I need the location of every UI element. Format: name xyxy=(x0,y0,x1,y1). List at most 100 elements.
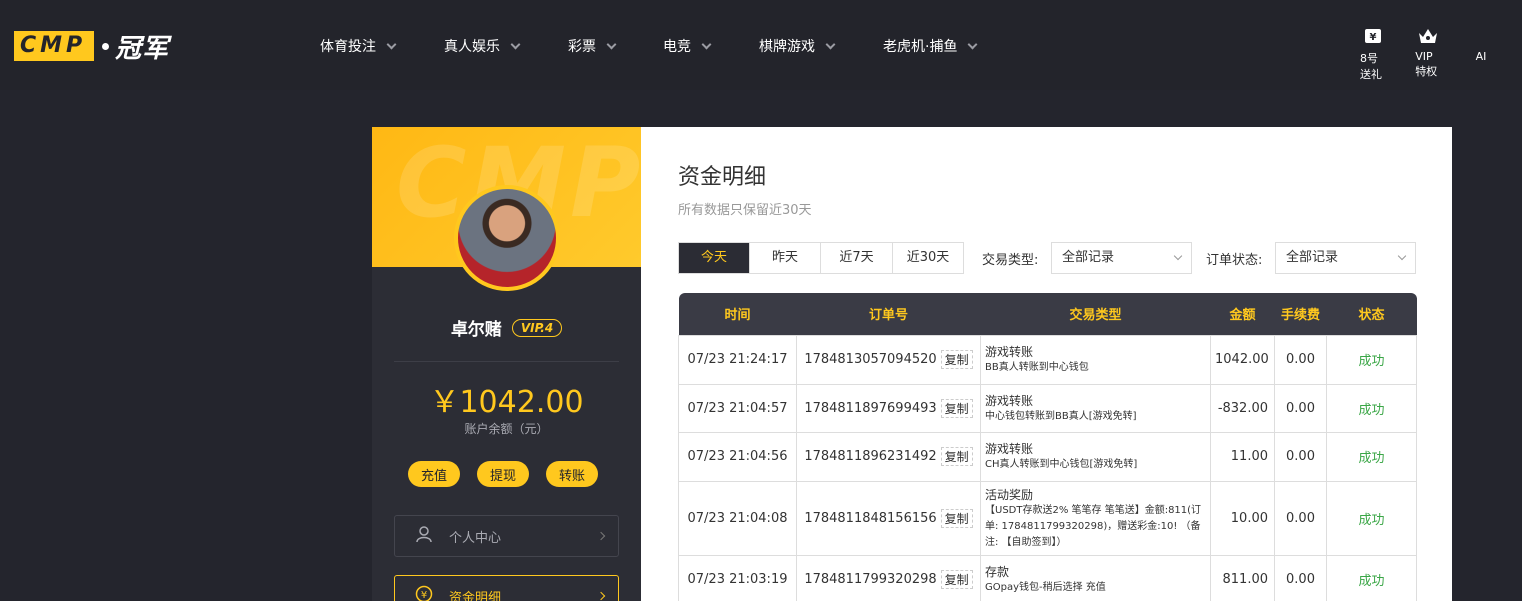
cell-time: 07/23 21:03:19 xyxy=(678,554,797,601)
cell-status: 成功 xyxy=(1326,334,1417,385)
cell-amount: 10.00 xyxy=(1210,480,1275,556)
wallet-actions: 充值 提现 转账 xyxy=(408,461,615,487)
type-filter-select[interactable]: 全部记录 xyxy=(1051,242,1192,274)
tab-yesterday[interactable]: 昨天 xyxy=(750,243,821,273)
table-row: 07/23 21:04:57 1784811897699493 复制 游戏转账 中心… xyxy=(678,383,1417,433)
svg-text:¥: ¥ xyxy=(1369,32,1376,43)
nav-item-lottery[interactable]: 彩票 xyxy=(568,36,663,56)
table-row: 07/23 21:24:17 1784813057094520 复制 游戏转账 BB… xyxy=(678,334,1417,385)
cell-amount: -832.00 xyxy=(1210,383,1275,433)
menu-item-personal-center[interactable]: 个人中心 xyxy=(394,515,619,557)
copy-button[interactable]: 复制 xyxy=(940,570,973,589)
nav-item-board-games[interactable]: 棋牌游戏 xyxy=(759,36,883,56)
type-main: 游戏转账 xyxy=(985,442,1034,456)
transfer-button[interactable]: 转账 xyxy=(546,461,598,487)
order-number: 1784813057094520 xyxy=(804,352,937,367)
nav-label: 棋牌游戏 xyxy=(759,39,815,55)
vip-label: VIP特权 xyxy=(1415,50,1438,78)
date-range-tabs: 今天 昨天 近7天 近30天 xyxy=(678,242,964,274)
gift-label: 8号送礼 xyxy=(1360,52,1382,81)
cell-time: 07/23 21:04:56 xyxy=(678,431,797,482)
cell-type: 游戏转账 BB真人转账到中心钱包 xyxy=(980,334,1211,385)
balance-label: 账户余额（元） xyxy=(464,422,549,436)
withdraw-button[interactable]: 提现 xyxy=(477,461,529,487)
tab-30-days[interactable]: 近30天 xyxy=(893,243,963,273)
deposit-button[interactable]: 充值 xyxy=(408,461,460,487)
page-subtitle: 所有数据只保留近30天 xyxy=(678,203,812,218)
chevron-down-icon xyxy=(701,39,712,49)
nav-item-live-casino[interactable]: 真人娱乐 xyxy=(444,36,568,56)
col-header-type: 交易类型 xyxy=(980,293,1211,335)
status-filter-label: 订单状态: xyxy=(1206,253,1263,268)
order-number: 1784811896231492 xyxy=(804,449,937,464)
cell-type: 存款 GOpay钱包-稍后选择 充值 xyxy=(980,554,1211,601)
type-desc: BB真人转账到中心钱包 xyxy=(985,362,1089,373)
cell-fee: 0.00 xyxy=(1274,554,1327,601)
nav-label: 电竞 xyxy=(663,39,691,55)
cell-fee: 0.00 xyxy=(1274,480,1327,556)
table-row: 07/23 21:04:08 1784811848156156 复制 活动奖励【U… xyxy=(678,480,1417,556)
logo-cn-text: 冠军 xyxy=(115,33,170,64)
brand-logo[interactable]: CMP 冠军 xyxy=(14,30,170,64)
nav-item-slots-fishing[interactable]: 老虎机·捕鱼 xyxy=(883,36,1013,56)
cell-type: 游戏转账 中心钱包转账到BB真人[游戏免转] xyxy=(980,383,1211,433)
type-desc: 【USDT存款送2% 笔笔存 笔笔送】金额:811(订单: 1784811799… xyxy=(985,504,1202,548)
cell-type: 游戏转账 CH真人转账到中心钱包[游戏免转] xyxy=(980,431,1211,482)
table-header-row: 时间 订单号 交易类型 金额 手续费 状态 xyxy=(678,293,1417,335)
status-filter-select[interactable]: 全部记录 xyxy=(1275,242,1416,274)
chevron-down-icon xyxy=(1397,251,1407,261)
cell-amount: 11.00 xyxy=(1210,431,1275,482)
chevron-down-icon xyxy=(968,39,978,49)
nav-label: 体育投注 xyxy=(320,39,376,55)
cell-time: 07/23 21:04:57 xyxy=(678,383,797,433)
tab-today[interactable]: 今天 xyxy=(679,243,750,273)
copy-button[interactable]: 复制 xyxy=(940,350,973,369)
cell-type: 活动奖励【USDT存款送2% 笔笔存 笔笔送】金额:811(订单: 178481… xyxy=(980,480,1211,556)
cell-time: 07/23 21:04:08 xyxy=(678,480,797,556)
vip-link[interactable]: VIP特权 xyxy=(1415,26,1440,82)
type-main: 活动奖励 xyxy=(985,487,1034,502)
user-icon xyxy=(415,525,433,547)
divider xyxy=(394,361,619,362)
profile-card: CMP 卓尔赌 VIP.4 ￥1042.00 账户余额（元） 充值 提现 转账 … xyxy=(372,127,641,601)
copy-button[interactable]: 复制 xyxy=(940,398,973,418)
table-row: 07/23 21:03:19 1784811799320298 复制 存款 GOpa… xyxy=(678,554,1417,601)
cell-fee: 0.00 xyxy=(1274,334,1327,385)
gift-link[interactable]: ¥ 8号送礼 xyxy=(1360,26,1385,82)
avatar[interactable] xyxy=(454,185,560,291)
fund-details-panel: 资金明细 所有数据只保留近30天 今天 昨天 近7天 近30天 交易类型: 全部… xyxy=(641,127,1452,601)
app-link[interactable]: AI xyxy=(1470,26,1492,82)
col-header-order: 订单号 xyxy=(796,293,981,335)
cell-time: 07/23 21:24:17 xyxy=(678,334,797,385)
coin-icon: ¥ xyxy=(415,585,433,601)
table-row: 07/23 21:04:56 1784811896231492 复制 游戏转账 CH… xyxy=(678,431,1417,482)
tab-7-days[interactable]: 近7天 xyxy=(821,243,893,273)
vip-badge: VIP.4 xyxy=(511,318,563,337)
top-right-links: ¥ 8号送礼 VIP特权 AI xyxy=(1360,26,1522,82)
chevron-right-icon xyxy=(596,531,606,541)
chevron-down-icon xyxy=(510,39,521,49)
menu-item-fund-details[interactable]: ¥ 资金明细 xyxy=(394,575,619,601)
cell-order: 1784813057094520 复制 xyxy=(796,334,981,385)
select-value: 全部记录 xyxy=(1062,250,1115,265)
chevron-down-icon xyxy=(386,39,397,49)
cell-amount: 811.00 xyxy=(1210,554,1275,601)
menu-label: 个人中心 xyxy=(449,530,502,546)
order-number: 1784811848156156 xyxy=(804,510,937,526)
chevron-down-icon xyxy=(1173,251,1183,261)
cell-status: 成功 xyxy=(1326,431,1417,482)
nav-item-esports[interactable]: 电竞 xyxy=(663,36,759,56)
cell-fee: 0.00 xyxy=(1274,383,1327,433)
copy-button[interactable]: 复制 xyxy=(940,508,973,528)
copy-button[interactable]: 复制 xyxy=(940,447,973,466)
type-main: 存款 xyxy=(985,565,1010,579)
logo-dot xyxy=(102,42,110,50)
cell-fee: 0.00 xyxy=(1274,431,1327,482)
nav-label: 彩票 xyxy=(568,39,596,55)
cell-status: 成功 xyxy=(1326,554,1417,601)
main-nav: 体育投注 真人娱乐 彩票 电竞 棋牌游戏 老虎机·捕鱼 xyxy=(320,36,1013,56)
app-icon xyxy=(1470,26,1492,46)
gift-ticket-icon: ¥ xyxy=(1362,26,1384,46)
page-title: 资金明细 xyxy=(678,165,767,190)
nav-item-sports[interactable]: 体育投注 xyxy=(320,36,444,56)
